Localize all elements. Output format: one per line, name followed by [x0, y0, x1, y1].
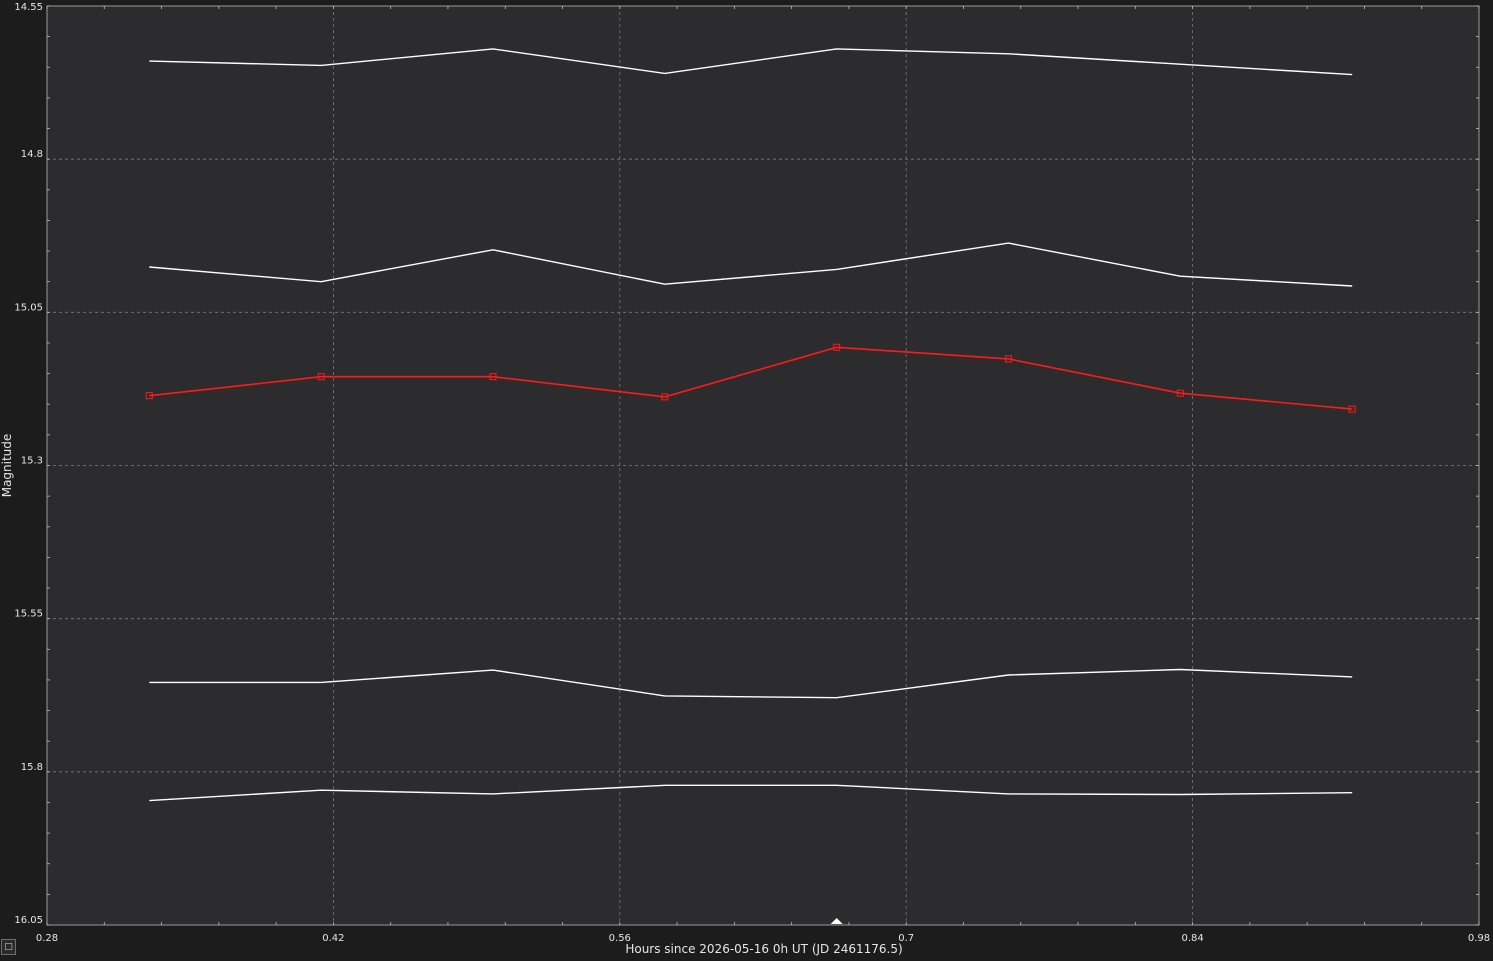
y-tick-label: 14.55: [14, 2, 43, 13]
x-tick-label: 0.84: [1181, 933, 1203, 944]
y-tick-label: 14.8: [21, 149, 43, 160]
light-curve-chart: 0.28 0.42 0.56 0.7 0.84 0.98 14.55 14.8 15.05 15.…: [0, 0, 1493, 961]
y-tick-label: 16.05: [14, 915, 43, 926]
light-curve-plot[interactable]: 0.28 0.42 0.56 0.7 0.84 0.9814.5514.815.0515.…: [0, 0, 1493, 961]
y-tick-label: 15.8: [21, 762, 43, 773]
corner-toggle-button[interactable]: □: [1, 939, 16, 955]
y-tick-label: 15.55: [14, 609, 43, 620]
y-tick-label: 15.05: [14, 302, 43, 313]
x-tick-label: 0.98: [1468, 933, 1490, 944]
x-axis-title: Hours since 2026-05-16 0h UT (JD 2461176…: [625, 942, 902, 956]
x-tick-label: 0.28: [36, 933, 58, 944]
y-tick-label: 15.3: [21, 456, 43, 467]
y-axis-title: Magnitude: [0, 434, 14, 498]
x-tick-label: 0.42: [322, 933, 344, 944]
